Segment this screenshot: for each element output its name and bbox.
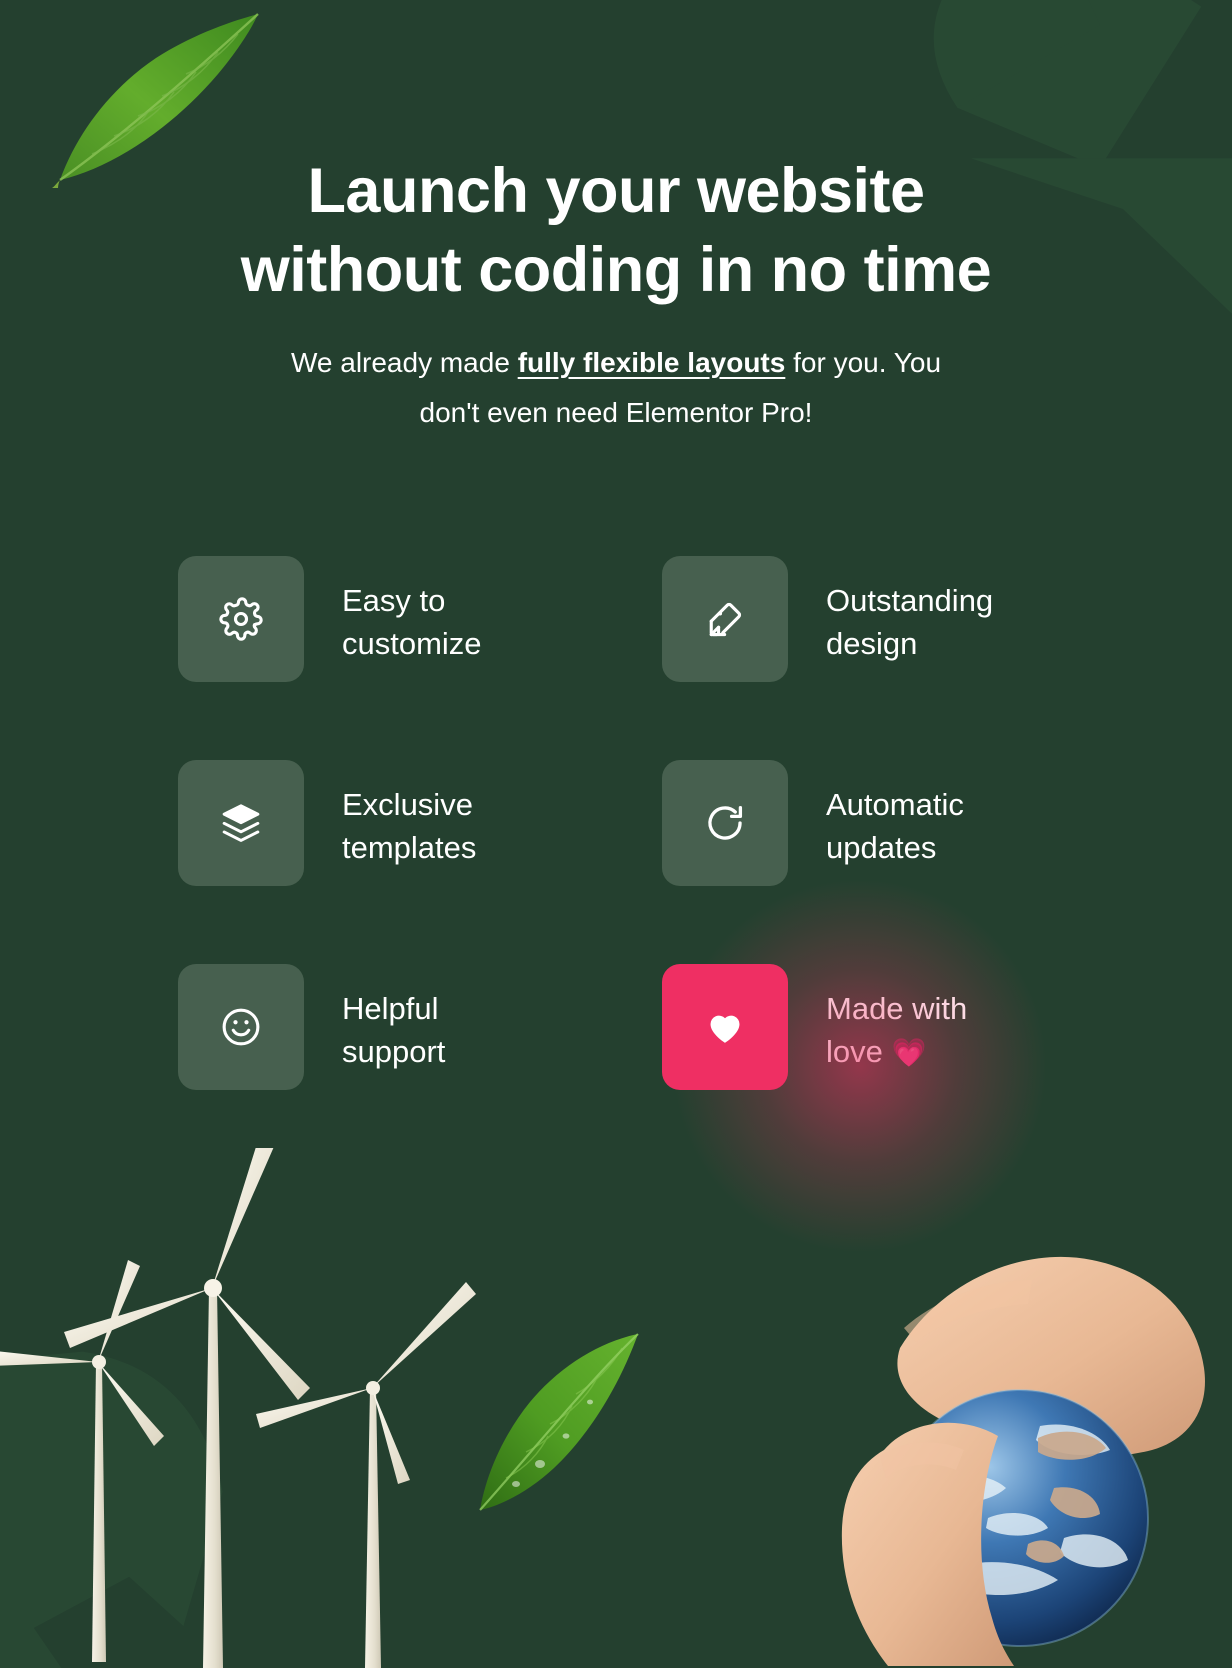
feature-grid: Easy to customize Outstanding design Exc… [178,556,1060,1266]
feature-label-line-2: templates [342,830,477,865]
headline-line-2: without coding in no time [240,235,992,305]
feature-icon-tile [178,760,304,886]
hero-header: Launch your website without coding in no… [0,0,1232,438]
layers-icon [222,804,260,842]
feature-icon-tile [178,556,304,682]
feature-label-line-1: Helpful [342,991,439,1026]
feature-label: Outstanding design [826,556,993,665]
feature-icon-tile-accent [662,964,788,1090]
refresh-icon [708,805,743,840]
feature-item-easy-to-customize[interactable]: Easy to customize [178,556,662,760]
page-title: Launch your website without coding in no… [196,152,1036,310]
feature-label: Easy to customize [342,556,482,665]
subtitle-prefix: We already made [290,347,518,378]
heart-icon [710,1015,740,1043]
gear-icon [219,597,263,641]
hands-holding-earth-image [841,1256,1205,1666]
palette-swatch-icon [709,602,742,637]
headline-line-1: Launch your website [307,156,925,226]
feature-label-line-2: customize [342,626,482,661]
feature-label: Automatic updates [826,760,964,869]
feature-label-line-2: love [826,1034,892,1069]
feature-item-made-with-love[interactable]: Made with love 💗 [660,866,1060,1266]
feature-label-line-2: design [826,626,918,661]
feature-label: Made with love 💗 [826,964,967,1074]
feature-label-line-1: Made with [826,991,968,1026]
feature-label-line-1: Outstanding [826,583,994,618]
feature-icon-tile [662,760,788,886]
leaf-icon [479,1333,639,1511]
feature-label-line-1: Easy to [342,583,446,618]
feature-label-line-2: support [342,1034,446,1069]
feature-label-line-1: Automatic [826,787,964,822]
feature-item-automatic-updates[interactable]: Automatic updates [662,760,1058,964]
feature-label-line-2: updates [826,830,937,865]
feature-icon-tile [178,964,304,1090]
page-subtitle: We already made fully flexible layouts f… [276,338,956,438]
recycle-bottom-left-icon [0,1351,223,1668]
feature-item-outstanding-design[interactable]: Outstanding design [662,556,1058,760]
subtitle-emphasis: fully flexible layouts [517,347,786,378]
feature-icon-tile [662,556,788,682]
feature-label: Helpful support [342,964,445,1073]
sparkling-heart-emoji: 💗 [891,1037,927,1068]
wind-turbines-image [0,1148,476,1668]
feature-item-exclusive-templates[interactable]: Exclusive templates [178,760,662,964]
smiley-icon [222,1008,260,1046]
feature-label-line-1: Exclusive [342,787,473,822]
feature-item-helpful-support[interactable]: Helpful support [178,964,662,1168]
feature-label: Exclusive templates [342,760,476,869]
